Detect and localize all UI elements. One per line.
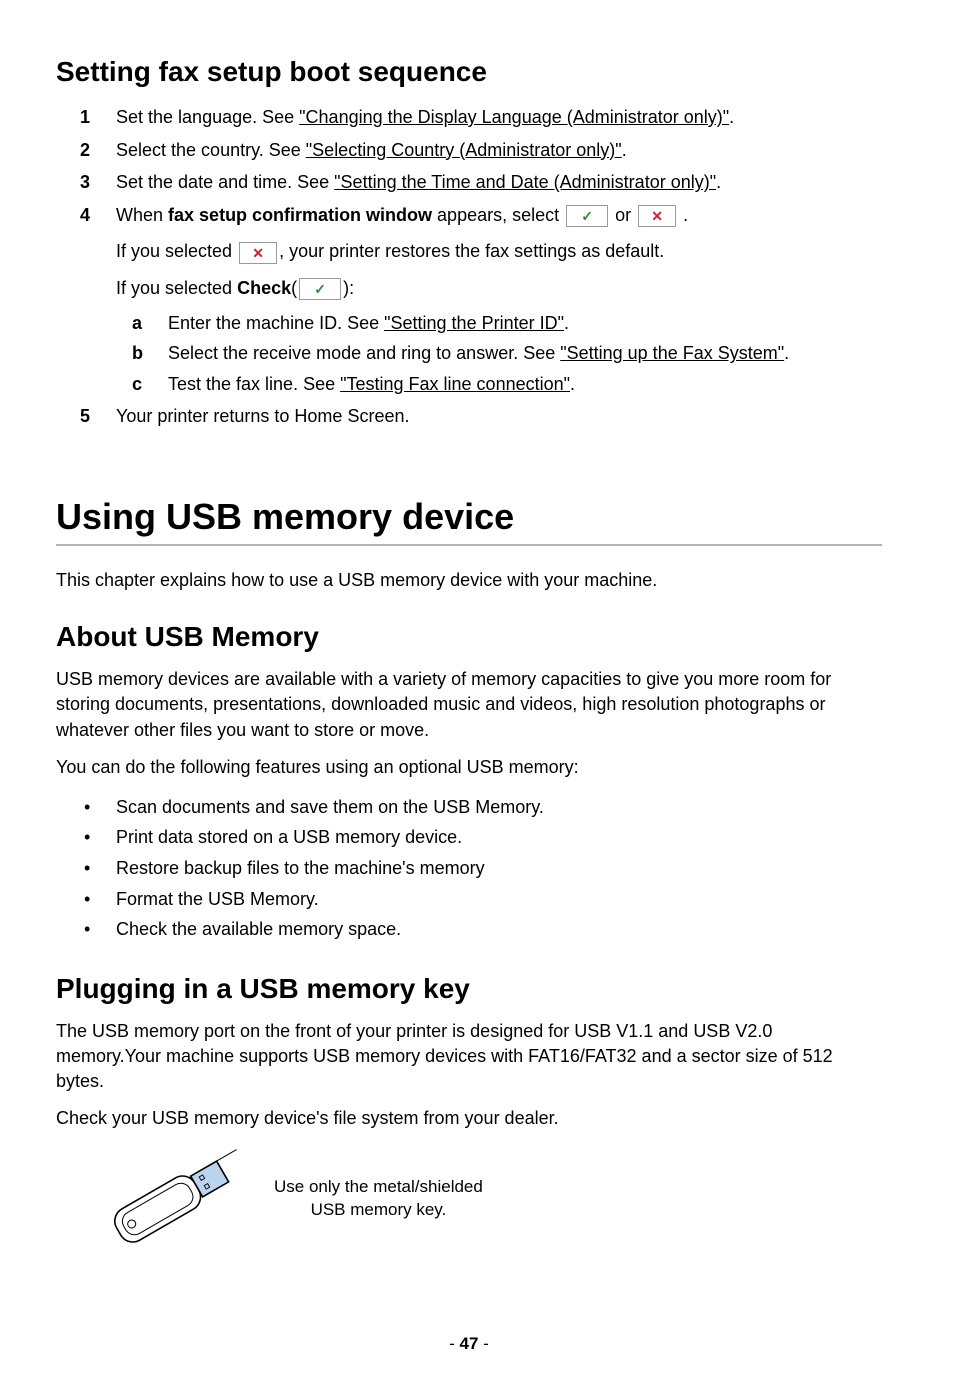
step-marker: 3: [80, 167, 116, 198]
list-text: Restore backup files to the machine's me…: [116, 853, 485, 884]
heading-fax-setup: Setting fax setup boot sequence: [56, 56, 882, 88]
usb-figure: Use only the metal/shielded USB memory k…: [56, 1144, 882, 1254]
step-text: Set the language. See: [116, 107, 299, 127]
page-num-value: 47: [460, 1334, 479, 1353]
substep-b: b Select the receive mode and ring to an…: [132, 338, 882, 369]
fig-label-line1: Use only the metal/shielded: [274, 1176, 483, 1199]
txt: appears, select: [432, 205, 564, 225]
txt: If you selected: [116, 278, 237, 298]
plug-para2: Check your USB memory device's file syst…: [56, 1106, 882, 1131]
step-marker: 4: [80, 200, 116, 400]
step4-line2: If you selected ✕, your printer restores…: [116, 236, 882, 267]
bullet-icon: •: [80, 822, 116, 853]
bold-fax-window: fax setup confirmation window: [168, 205, 432, 225]
step-3: 3 Set the date and time. See "Setting th…: [80, 167, 882, 198]
dash: -: [478, 1334, 488, 1353]
step-5: 5 Your printer returns to Home Screen.: [80, 401, 882, 432]
bullet-icon: •: [80, 914, 116, 945]
txt-or: or: [610, 205, 636, 225]
step-content: Set the date and time. See "Setting the …: [116, 167, 882, 198]
step-suffix: .: [622, 140, 627, 160]
step-suffix: .: [729, 107, 734, 127]
sub-marker: b: [132, 338, 168, 369]
usb-figure-label: Use only the metal/shielded USB memory k…: [274, 1176, 483, 1222]
bold-check: Check: [237, 278, 291, 298]
step4-substeps: a Enter the machine ID. See "Setting the…: [116, 308, 882, 400]
step-content: Select the country. See "Selecting Count…: [116, 135, 882, 166]
txt: .: [678, 205, 688, 225]
txt: Test the fax line. See: [168, 374, 340, 394]
usb-feature-list: •Scan documents and save them on the USB…: [56, 792, 882, 945]
list-text: Print data stored on a USB memory device…: [116, 822, 462, 853]
link-fax-line-test[interactable]: "Testing Fax line connection": [340, 374, 570, 394]
txt: ):: [343, 278, 354, 298]
txt: .: [784, 343, 789, 363]
txt: Select the receive mode and ring to answ…: [168, 343, 560, 363]
heading-usb-device: Using USB memory device: [56, 496, 882, 538]
about-usb-para1: USB memory devices are available with a …: [56, 667, 882, 743]
substep-c: c Test the fax line. See "Testing Fax li…: [132, 369, 882, 400]
step-2: 2 Select the country. See "Selecting Cou…: [80, 135, 882, 166]
list-text: Scan documents and save them on the USB …: [116, 792, 544, 823]
cross-icon: ✕: [638, 205, 676, 227]
check-icon: ✓: [566, 205, 608, 227]
sub-content: Enter the machine ID. See "Setting the P…: [168, 308, 882, 339]
step-4: 4 When fax setup confirmation window app…: [80, 200, 882, 400]
link-time-date[interactable]: "Setting the Time and Date (Administrato…: [334, 172, 716, 192]
link-country[interactable]: "Selecting Country (Administrator only)": [306, 140, 622, 160]
list-item: •Print data stored on a USB memory devic…: [80, 822, 882, 853]
step4-line3: If you selected Check(✓):: [116, 273, 882, 304]
step-marker: 5: [80, 401, 116, 432]
step-text: Select the country. See: [116, 140, 306, 160]
sub-marker: a: [132, 308, 168, 339]
list-text: Check the available memory space.: [116, 914, 401, 945]
fig-label-line2: USB memory key.: [274, 1199, 483, 1222]
list-item: •Check the available memory space.: [80, 914, 882, 945]
step-content: Your printer returns to Home Screen.: [116, 401, 882, 432]
link-printer-id[interactable]: "Setting the Printer ID": [384, 313, 564, 333]
txt: .: [570, 374, 575, 394]
sub-content: Select the receive mode and ring to answ…: [168, 338, 882, 369]
heading-rule: [56, 544, 882, 546]
txt: When: [116, 205, 168, 225]
cross-icon: ✕: [239, 242, 277, 264]
heading-plugging-usb: Plugging in a USB memory key: [56, 973, 882, 1005]
txt: , your printer restores the fax settings…: [279, 241, 664, 261]
step-suffix: .: [716, 172, 721, 192]
list-item: •Scan documents and save them on the USB…: [80, 792, 882, 823]
dash: -: [449, 1334, 459, 1353]
substep-a: a Enter the machine ID. See "Setting the…: [132, 308, 882, 339]
usb-key-icon: [80, 1144, 270, 1254]
fax-setup-steps: 1 Set the language. See "Changing the Di…: [56, 102, 882, 432]
list-item: •Restore backup files to the machine's m…: [80, 853, 882, 884]
about-usb-para2: You can do the following features using …: [56, 755, 882, 780]
txt: Enter the machine ID. See: [168, 313, 384, 333]
sub-marker: c: [132, 369, 168, 400]
link-fax-system[interactable]: "Setting up the Fax System": [560, 343, 784, 363]
heading-about-usb: About USB Memory: [56, 621, 882, 653]
txt: .: [564, 313, 569, 333]
step4-line1: When fax setup confirmation window appea…: [116, 205, 688, 225]
txt: (: [291, 278, 297, 298]
txt: If you selected: [116, 241, 237, 261]
check-icon: ✓: [299, 278, 341, 300]
page-number: - 47 -: [56, 1334, 882, 1354]
step-marker: 1: [80, 102, 116, 133]
step-content: When fax setup confirmation window appea…: [116, 200, 882, 400]
bullet-icon: •: [80, 884, 116, 915]
list-text: Format the USB Memory.: [116, 884, 319, 915]
plug-para1: The USB memory port on the front of your…: [56, 1019, 882, 1095]
bullet-icon: •: [80, 792, 116, 823]
list-item: •Format the USB Memory.: [80, 884, 882, 915]
step-1: 1 Set the language. See "Changing the Di…: [80, 102, 882, 133]
sub-content: Test the fax line. See "Testing Fax line…: [168, 369, 882, 400]
step-text: Set the date and time. See: [116, 172, 334, 192]
step-content: Set the language. See "Changing the Disp…: [116, 102, 882, 133]
link-display-language[interactable]: "Changing the Display Language (Administ…: [299, 107, 729, 127]
bullet-icon: •: [80, 853, 116, 884]
step-marker: 2: [80, 135, 116, 166]
usb-intro: This chapter explains how to use a USB m…: [56, 568, 882, 593]
